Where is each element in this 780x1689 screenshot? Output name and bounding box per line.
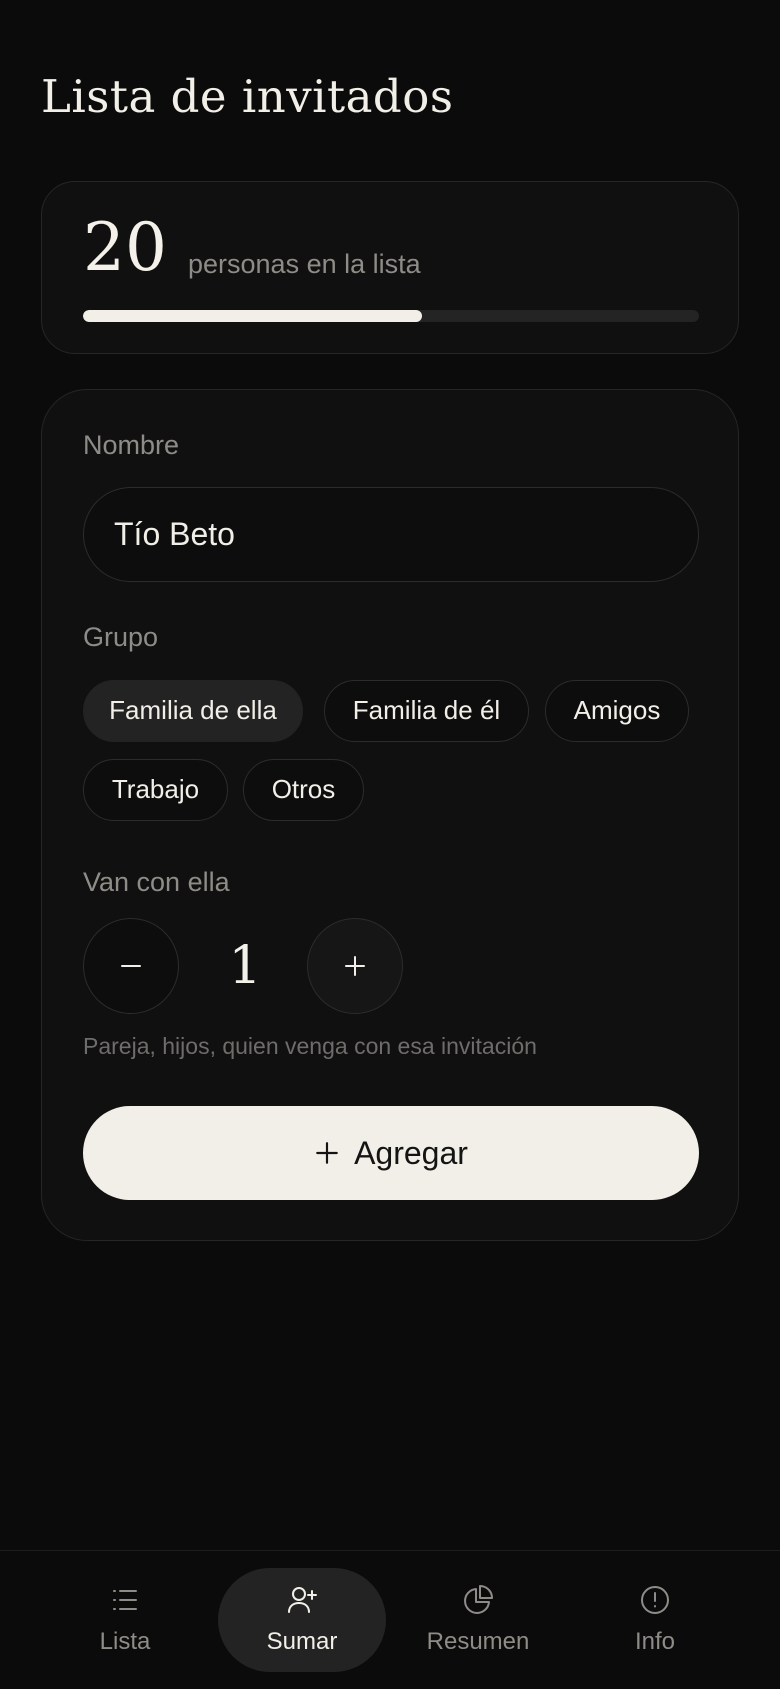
minus-icon [121, 965, 141, 967]
decrement-button[interactable] [83, 918, 179, 1014]
plus-icon [345, 956, 365, 976]
name-input[interactable] [83, 487, 699, 582]
progress-fill [83, 310, 422, 322]
pie-chart-icon [464, 1585, 493, 1614]
guest-count: 20 [83, 209, 167, 286]
bottom-nav: Lista Sumar Resumen Info [0, 1550, 780, 1689]
progress-bar [83, 310, 699, 322]
user-plus-icon [288, 1587, 317, 1613]
name-label: Nombre [83, 430, 180, 460]
plus-icon [316, 1142, 338, 1164]
group-chip-familia-de-ella[interactable]: Familia de ella [83, 680, 303, 742]
nav-item-info[interactable]: Info [571, 1568, 739, 1672]
nav-label-info: Info [634, 1628, 676, 1655]
nav-label-resumen: Resumen [426, 1628, 530, 1655]
group-chip-amigos[interactable]: Amigos [545, 680, 689, 742]
nav-item-sumar[interactable]: Sumar [218, 1568, 386, 1672]
guest-count-card: 20 personas en la lista [41, 181, 739, 354]
nav-label-lista: Lista [99, 1628, 151, 1655]
companions-hint: Pareja, hijos, quien venga con esa invit… [83, 1033, 537, 1059]
list-icon [113, 1590, 137, 1610]
page-title: Lista de invitados [41, 70, 454, 123]
add-guest-form: Nombre Grupo Familia de ella Familia de … [41, 389, 739, 1241]
info-icon [641, 1586, 669, 1614]
add-guest-button-label: Agregar [354, 1134, 468, 1171]
nav-item-lista[interactable]: Lista [41, 1568, 209, 1672]
companions-label: Van con ella [83, 867, 230, 897]
group-chip-otros[interactable]: Otros [243, 759, 364, 821]
nav-item-resumen[interactable]: Resumen [394, 1568, 562, 1672]
increment-button[interactable] [307, 918, 403, 1014]
companions-count: 1 [228, 936, 262, 996]
group-chip-trabajo[interactable]: Trabajo [83, 759, 228, 821]
nav-label-sumar: Sumar [266, 1628, 338, 1655]
group-chip-familia-de-el[interactable]: Familia de él [324, 680, 529, 742]
guest-count-label: personas en la lista [188, 249, 421, 279]
add-guest-button[interactable]: Agregar [83, 1106, 699, 1200]
group-label: Grupo [83, 622, 159, 652]
